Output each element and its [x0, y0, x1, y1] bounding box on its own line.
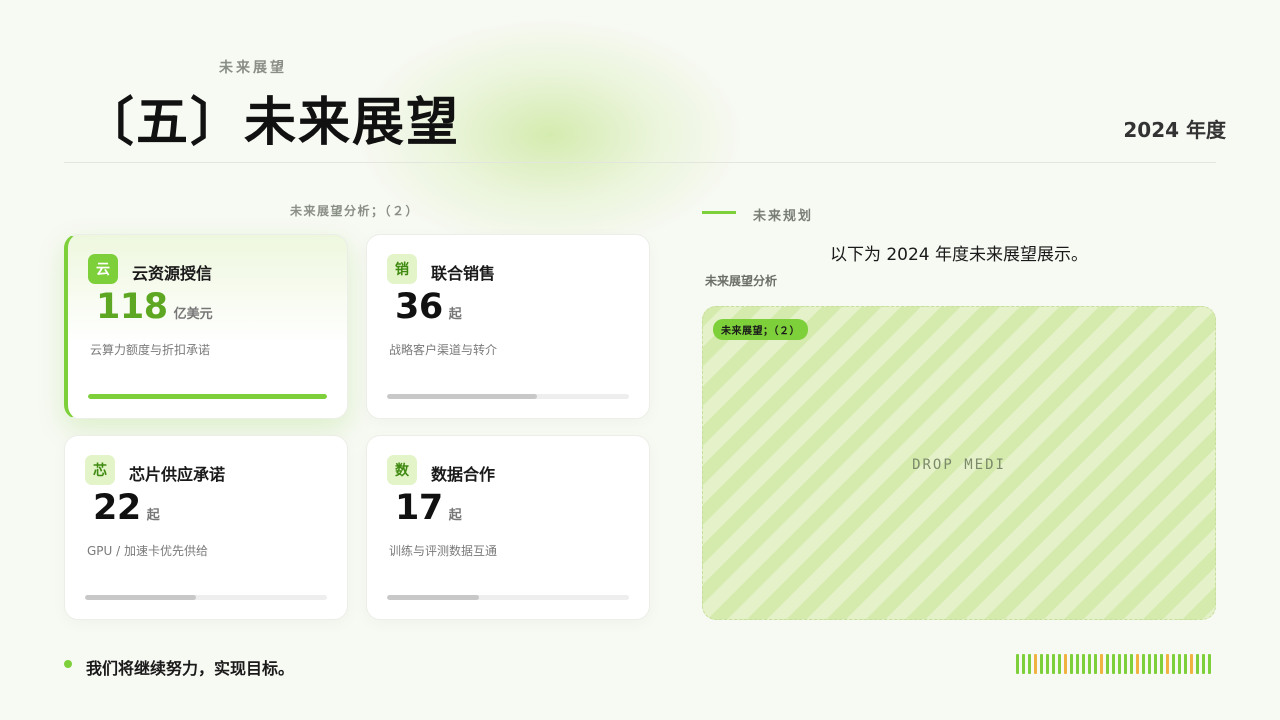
card-title: 芯片供应承诺: [129, 465, 226, 484]
tick-mark: [1100, 654, 1103, 674]
tick-mark: [1112, 654, 1115, 674]
progress-fill: [387, 394, 538, 399]
progress-fill: [85, 595, 197, 600]
tick-mark: [1022, 654, 1025, 674]
tick-mark: [1130, 654, 1133, 674]
tick-mark: [1190, 654, 1193, 674]
year-label: 2024 年度: [1123, 118, 1226, 142]
card-value: 22: [93, 488, 141, 528]
card-value: 17: [395, 488, 443, 528]
data-icon: 数: [387, 455, 417, 485]
right-panel-label: 未来规划: [753, 209, 814, 224]
card-unit: 起: [146, 508, 160, 523]
page-title: 〔五〕未来展望: [82, 93, 461, 153]
tick-mark: [1124, 654, 1127, 674]
tick-mark: [1046, 654, 1049, 674]
tick-mark: [1016, 654, 1019, 674]
card-value-group: 118 亿美元: [96, 287, 213, 327]
tick-mark: [1094, 654, 1097, 674]
chip-icon: 芯: [85, 455, 115, 485]
progress-bar: [387, 394, 629, 399]
card-value-group: 36 起: [395, 287, 462, 327]
tick-mark: [1052, 654, 1055, 674]
media-placeholder-text: DROP MEDI: [912, 457, 1006, 473]
tick-mark: [1154, 654, 1157, 674]
decorative-tick-bar: [1016, 654, 1211, 674]
card-title: 数据合作: [431, 465, 496, 484]
tick-mark: [1196, 654, 1199, 674]
tick-mark: [1136, 654, 1139, 674]
progress-fill: [387, 595, 479, 600]
tick-mark: [1142, 654, 1145, 674]
footer-text: 我们将继续努力，实现目标。: [86, 659, 295, 678]
card-title: 云资源授信: [132, 264, 213, 283]
card-unit: 起: [448, 508, 462, 523]
card-cloud-credit[interactable]: 云 云资源授信 118 亿美元 云算力额度与折扣承诺: [64, 234, 348, 419]
card-joint-sales[interactable]: 销 联合销售 36 起 战略客户渠道与转介: [366, 234, 650, 419]
tick-mark: [1034, 654, 1037, 674]
card-unit: 亿美元: [173, 307, 213, 322]
right-panel-subtitle: 以下为 2024 年度未来展望展示。: [829, 245, 1089, 265]
section-accent-line: [702, 211, 736, 214]
progress-bar: [88, 394, 327, 399]
progress-bar: [85, 595, 327, 600]
sales-icon: 销: [387, 254, 417, 284]
cloud-icon: 云: [88, 254, 118, 284]
tick-mark: [1070, 654, 1073, 674]
tick-mark: [1178, 654, 1181, 674]
tick-mark: [1088, 654, 1091, 674]
progress-fill: [88, 394, 327, 399]
header-divider: [64, 162, 1216, 163]
bullet-dot-icon: [64, 660, 72, 668]
card-chip-supply[interactable]: 芯 芯片供应承诺 22 起 GPU / 加速卡优先供给: [64, 435, 348, 620]
tick-mark: [1148, 654, 1151, 674]
tick-mark: [1076, 654, 1079, 674]
tick-mark: [1058, 654, 1061, 674]
card-data-cooperation[interactable]: 数 数据合作 17 起 训练与评测数据互通: [366, 435, 650, 620]
left-panel-label: 未来展望分析；（２）: [290, 204, 420, 218]
card-value: 36: [395, 287, 443, 327]
media-drop-zone[interactable]: 未来展望；（２） DROP MEDI: [702, 306, 1216, 620]
tick-mark: [1172, 654, 1175, 674]
card-description: 战略客户渠道与转介: [389, 343, 498, 357]
tick-mark: [1082, 654, 1085, 674]
tick-mark: [1160, 654, 1163, 674]
tick-mark: [1202, 654, 1205, 674]
tick-mark: [1028, 654, 1031, 674]
card-description: 训练与评测数据互通: [389, 544, 498, 558]
progress-bar: [387, 595, 629, 600]
card-description: 云算力额度与折扣承诺: [90, 343, 211, 357]
tick-mark: [1166, 654, 1169, 674]
card-value: 118: [96, 287, 168, 327]
card-value-group: 22 起: [93, 488, 160, 528]
tick-mark: [1040, 654, 1043, 674]
tick-mark: [1208, 654, 1211, 674]
card-title: 联合销售: [431, 264, 496, 283]
section-kicker: 未来展望: [219, 60, 287, 76]
media-section-label: 未来展望分析: [705, 274, 778, 288]
tick-mark: [1106, 654, 1109, 674]
media-chip: 未来展望；（２）: [713, 319, 808, 340]
tick-mark: [1184, 654, 1187, 674]
card-value-group: 17 起: [395, 488, 462, 528]
card-description: GPU / 加速卡优先供给: [87, 544, 208, 558]
card-unit: 起: [448, 307, 462, 322]
tick-mark: [1118, 654, 1121, 674]
tick-mark: [1064, 654, 1067, 674]
